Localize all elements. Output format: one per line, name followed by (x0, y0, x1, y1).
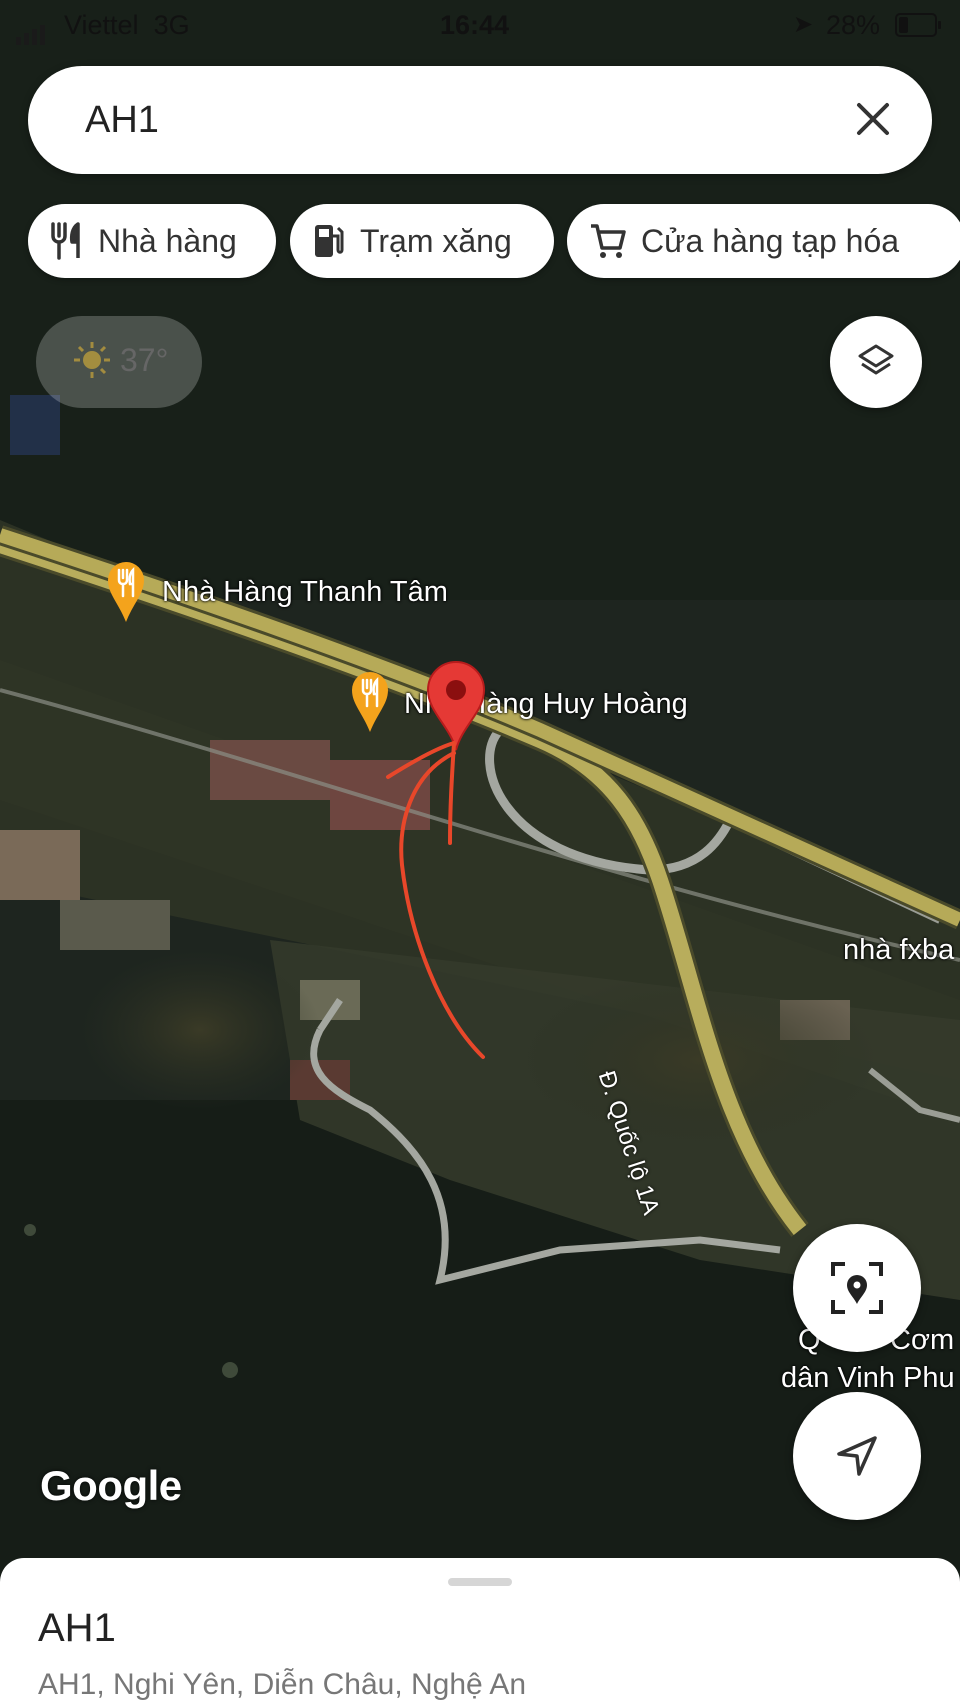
weather-badge[interactable]: 37° (36, 316, 202, 408)
place-label[interactable]: Nhà Hàng Thanh Tâm (162, 576, 448, 609)
carrier-name: Viettel 3G (64, 10, 190, 40)
drag-handle[interactable] (448, 1578, 512, 1586)
explore-nearby-button[interactable] (793, 1224, 921, 1352)
edge-label: nhà fxba (843, 934, 955, 966)
google-attribution[interactable]: Google (40, 1462, 182, 1510)
clock: 16:44 (440, 10, 510, 40)
location-focus-icon (831, 1262, 883, 1314)
cell-signal-icon (16, 14, 48, 45)
restaurant-pin-icon[interactable] (106, 558, 146, 624)
fork-knife-icon (51, 222, 80, 260)
annotation-arrow-icon (386, 741, 485, 1059)
place-address: AH1, Nghi Yên, Diễn Châu, Nghệ An (38, 1668, 527, 1701)
partly-sunny-icon (74, 342, 110, 378)
navigation-arrow-icon (837, 1436, 877, 1476)
edge-label: dân Vinh Phu (781, 1362, 955, 1394)
place-bottom-sheet[interactable]: AH1 AH1, Nghi Yên, Diễn Châu, Nghệ An (0, 1558, 960, 1706)
network-type: 3G (153, 10, 190, 40)
layers-button[interactable] (830, 316, 922, 408)
category-chips: Nhà hàng Trạm xăng Cửa hàng tạp hóa (28, 204, 960, 280)
temperature: 37° (120, 342, 169, 378)
layers-icon (858, 344, 894, 375)
clear-search-icon[interactable] (850, 96, 896, 142)
restaurant-pin-icon[interactable] (350, 668, 390, 734)
chip-restaurants[interactable]: Nhà hàng (28, 204, 276, 278)
battery-percentage: 28% (826, 10, 881, 40)
gas-station-icon (315, 225, 344, 257)
search-query[interactable]: AH1 (85, 99, 159, 142)
search-bar[interactable]: AH1 (28, 66, 932, 174)
shopping-cart-icon (591, 224, 626, 258)
place-title: AH1 (38, 1606, 116, 1650)
location-services-icon: ➤ (793, 11, 814, 38)
chip-gas-stations[interactable]: Trạm xăng (290, 204, 554, 278)
my-location-button[interactable] (793, 1392, 921, 1520)
status-bar: Viettel 3G 16:44 ➤ 28% (0, 0, 960, 50)
maps-screen: Viettel 3G 16:44 ➤ 28% AH1 Nhà hàng Trạm (0, 0, 960, 1706)
battery-icon (895, 13, 941, 37)
chip-grocery-stores[interactable]: Cửa hàng tạp hóa (567, 204, 960, 278)
